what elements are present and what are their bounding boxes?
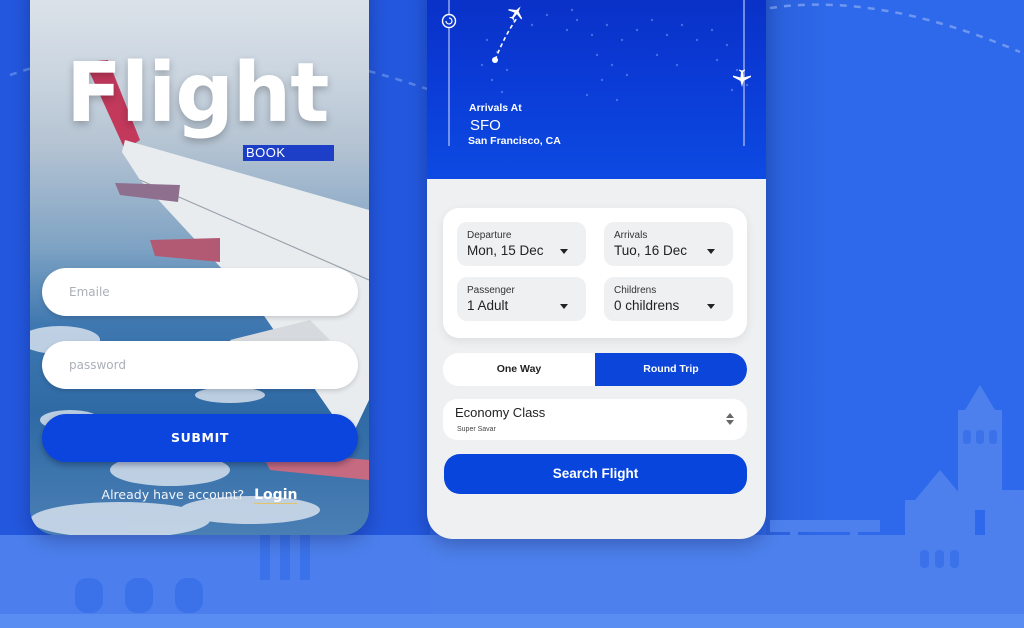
submit-button[interactable]: SUBMIT xyxy=(42,414,358,462)
arrivals-label: Arrivals At xyxy=(469,102,522,114)
caret-down-icon xyxy=(560,249,568,254)
password-field[interactable]: password xyxy=(42,341,358,389)
caret-down-icon xyxy=(707,249,715,254)
caret-down-icon xyxy=(707,304,715,309)
airport-code: SFO xyxy=(470,117,501,134)
world-map-dots xyxy=(448,0,749,146)
arrivals-select[interactable]: Arrivals Tuo, 16 Dec xyxy=(604,222,733,266)
sort-updown-icon xyxy=(726,413,734,425)
select-value: Mon, 15 Dec xyxy=(467,243,544,258)
class-select[interactable]: Economy Class Super Savar xyxy=(443,399,747,440)
caret-down-icon xyxy=(560,304,568,309)
login-prompt: Already have account? Login xyxy=(30,487,369,504)
childrens-select[interactable]: Childrens 0 childrens xyxy=(604,277,733,321)
airport-city: San Francisco, CA xyxy=(468,135,561,147)
map-header: Arrivals At SFO San Francisco, CA xyxy=(427,0,766,179)
account-prompt-text: Already have account? xyxy=(101,487,245,502)
login-link[interactable]: Login xyxy=(254,487,298,504)
email-field[interactable]: Emaile xyxy=(42,268,358,316)
one-way-option[interactable]: One Way xyxy=(443,353,595,386)
select-value: Tuo, 16 Dec xyxy=(614,243,688,258)
select-value: 1 Adult xyxy=(467,298,509,313)
class-value: Economy Class xyxy=(455,405,546,420)
select-label: Departure xyxy=(467,230,512,241)
select-label: Arrivals xyxy=(614,230,648,241)
flight-search-screen: Arrivals At SFO San Francisco, CA Depart… xyxy=(427,0,766,539)
trip-type-toggle: One Way Round Trip xyxy=(443,353,747,386)
search-options-card: Departure Mon, 15 Dec Arrivals Tuo, 16 D… xyxy=(443,208,747,338)
round-trip-option[interactable]: Round Trip xyxy=(595,353,747,386)
class-subtitle: Super Savar xyxy=(457,426,496,433)
select-label: Passenger xyxy=(467,285,515,296)
passenger-select[interactable]: Passenger 1 Adult xyxy=(457,277,586,321)
app-logo-subtitle: BOOK xyxy=(243,145,334,161)
airplane-icon xyxy=(733,69,751,87)
refresh-icon[interactable] xyxy=(441,13,457,29)
footer-strip xyxy=(0,614,1024,628)
select-value: 0 childrens xyxy=(614,298,680,313)
search-flight-button[interactable]: Search Flight xyxy=(444,454,747,494)
departure-select[interactable]: Departure Mon, 15 Dec xyxy=(457,222,586,266)
select-label: Childrens xyxy=(614,285,657,296)
app-logo-title: Flight xyxy=(66,46,330,141)
login-screen: Flight BOOK Emaile password SUBMIT Alrea… xyxy=(30,0,369,535)
